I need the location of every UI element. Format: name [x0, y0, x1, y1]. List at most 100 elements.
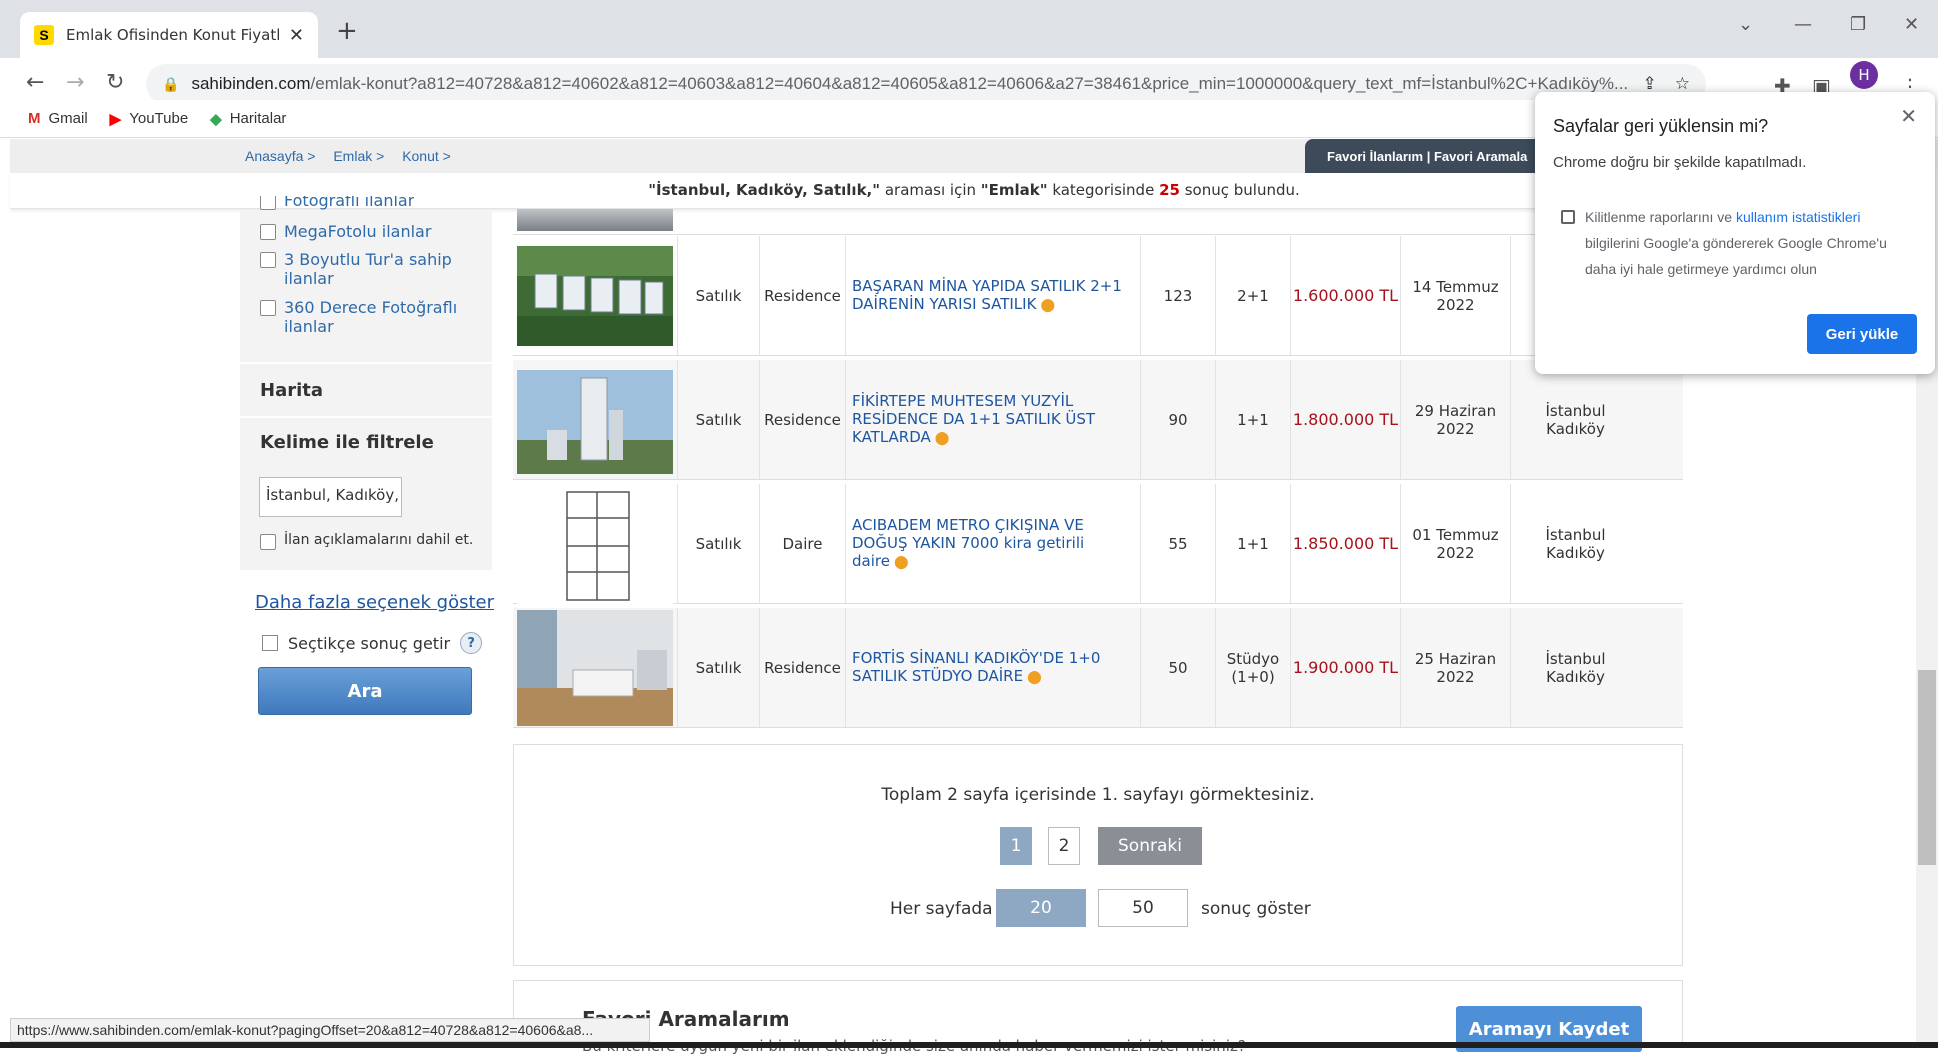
crumb-konut[interactable]: Konut >: [402, 148, 451, 164]
listing-kind: Residence: [759, 608, 845, 727]
restore-button[interactable]: Geri yükle: [1807, 314, 1917, 354]
scrollbar-thumb[interactable]: [1918, 670, 1936, 865]
listing-photo[interactable]: [517, 370, 673, 474]
checkbox[interactable]: [260, 300, 276, 316]
new-tab-icon[interactable]: +: [336, 16, 358, 46]
help-icon[interactable]: ?: [460, 632, 483, 654]
auto-search-toggle[interactable]: Seçtikçe sonuç getir?: [262, 632, 483, 654]
listing-location: İstanbul Kadıköy: [1510, 360, 1640, 479]
crumb-home[interactable]: Anasayfa >: [245, 148, 315, 164]
restore-icon[interactable]: ❐: [1850, 14, 1866, 35]
crumb-emlak[interactable]: Emlak >: [333, 148, 384, 164]
close-window-icon[interactable]: ✕: [1904, 14, 1919, 35]
tab-strip: S Emlak Ofisinden Konut Fiyatları s ✕ + …: [0, 0, 1938, 58]
favorites-tab[interactable]: Favori İlanlarım | Favori Aramala: [1305, 139, 1555, 173]
listing-date: 01 Temmuz 2022: [1400, 484, 1510, 603]
listing-photo[interactable]: [517, 610, 673, 726]
listing-m2: 123: [1140, 236, 1215, 355]
pin-icon: ⬤: [1027, 670, 1042, 686]
listing-photo[interactable]: [517, 488, 673, 604]
listing-price: 1.900.000 TL: [1290, 608, 1400, 727]
checkbox[interactable]: [262, 635, 278, 651]
keyword-heading: Kelime ile filtrele: [240, 416, 492, 460]
filter-3d-tour[interactable]: 3 Boyutlu Tur'a sahip ilanlar: [260, 250, 470, 288]
more-options-link[interactable]: Daha fazla seçenek göster: [255, 592, 494, 613]
checkbox[interactable]: [260, 534, 276, 550]
listing-title[interactable]: ACIBADEM METRO ÇIKIŞINA VE DOĞUŞ YAKIN 7…: [845, 484, 1140, 603]
listing-row[interactable]: Satılık Residence BAŞARAN MİNA YAPIDA SA…: [513, 236, 1683, 356]
pin-icon: ⬤: [1040, 298, 1055, 314]
tab-search-icon[interactable]: ⌄: [1738, 14, 1753, 35]
lock-icon[interactable]: 🔒: [162, 76, 179, 93]
bookmark-gmail[interactable]: M Gmail: [28, 110, 88, 127]
gmail-icon: M: [28, 110, 41, 127]
browser-tab[interactable]: S Emlak Ofisinden Konut Fiyatları s ✕: [20, 12, 318, 58]
link-status-bar: https://www.sahibinden.com/emlak-konut?p…: [10, 1018, 650, 1042]
listing-date: 25 Haziran 2022: [1400, 608, 1510, 727]
keyword-input[interactable]: İstanbul, Kadıköy,: [259, 477, 402, 517]
maps-icon: ◆: [210, 110, 222, 128]
share-icon[interactable]: ⇪: [1643, 74, 1657, 94]
listing-photo[interactable]: [517, 209, 673, 231]
listing-row[interactable]: Satılık Residence FİKİRTEPE MUHTESEM YUZ…: [513, 360, 1683, 480]
checkbox[interactable]: [260, 196, 276, 210]
per-page-20[interactable]: 20: [996, 889, 1086, 927]
listing-kind: Residence: [759, 360, 845, 479]
bookmark-maps[interactable]: ◆ Haritalar: [210, 110, 286, 128]
listing-m2: 55: [1140, 484, 1215, 603]
minimize-icon[interactable]: —: [1794, 14, 1812, 35]
usage-stats-link[interactable]: kullanım istatistikleri: [1736, 209, 1860, 225]
address-bar[interactable]: 🔒 sahibinden.com/emlak-konut?a812=40728&…: [146, 64, 1706, 104]
tower-image: [517, 370, 673, 474]
dialog-close-icon[interactable]: ✕: [1900, 104, 1917, 129]
per-page-suffix: sonuç göster: [1201, 899, 1311, 919]
checkbox[interactable]: [260, 224, 276, 240]
listing-row[interactable]: Satılık Residence FORTİS SİNANLI KADIKÖY…: [513, 608, 1683, 728]
listing-kind: Daire: [759, 484, 845, 603]
listing-date: 14 Temmuz 2022: [1400, 236, 1510, 355]
taskbar-edge: [0, 1042, 1938, 1048]
listing-status: Satılık: [677, 608, 759, 727]
bookmark-youtube[interactable]: ▶ YouTube: [110, 110, 189, 128]
checkbox[interactable]: [260, 252, 276, 268]
per-page-label: Her sayfada: [890, 899, 993, 919]
close-tab-icon[interactable]: ✕: [289, 25, 304, 46]
listing-title[interactable]: FİKİRTEPE MUHTESEM YUZYİL RESİDENCE DA 1…: [845, 360, 1140, 479]
profile-avatar[interactable]: H: [1850, 61, 1878, 89]
page-2-button[interactable]: 2: [1048, 827, 1080, 865]
restore-pages-dialog: Sayfalar geri yüklensin mi? ✕ Chrome doğ…: [1535, 92, 1935, 374]
filter-megafoto[interactable]: MegaFotolu ilanlar: [260, 222, 431, 241]
url-text: sahibinden.com/emlak-konut?a812=40728&a8…: [191, 74, 1629, 93]
listing-rooms: 2+1: [1215, 236, 1290, 355]
interior-image: [517, 610, 673, 726]
filter-360-photo[interactable]: 360 Derece Fotoğraflı ilanlar: [260, 298, 470, 336]
include-description[interactable]: İlan açıklamalarını dahil et.: [260, 532, 473, 550]
listing-date: 29 Haziran 2022: [1400, 360, 1510, 479]
per-page-50[interactable]: 50: [1098, 889, 1188, 927]
listing-rooms: Stüdyo (1+0): [1215, 608, 1290, 727]
page-1-button[interactable]: 1: [1000, 827, 1032, 865]
listing-title[interactable]: FORTİS SİNANLI KADIKÖY'DE 1+0 SATILIK ST…: [845, 608, 1140, 727]
listing-photo[interactable]: [517, 246, 673, 346]
floor-plan-image: [517, 488, 673, 604]
search-button[interactable]: Ara: [258, 667, 472, 715]
listing-m2: 50: [1140, 608, 1215, 727]
breadcrumb: Anasayfa > Emlak > Konut >: [245, 148, 465, 164]
listing-kind: Residence: [759, 236, 845, 355]
map-heading[interactable]: Harita: [240, 362, 492, 416]
bookmark-star-icon[interactable]: ☆: [1675, 74, 1690, 94]
next-page-button[interactable]: Sonraki: [1098, 827, 1202, 865]
crash-report-checkbox[interactable]: [1561, 210, 1575, 224]
pagination-box: Toplam 2 sayfa içerisinde 1. sayfayı gör…: [513, 744, 1683, 966]
listing-row[interactable]: Satılık Daire ACIBADEM METRO ÇIKIŞINA VE…: [513, 484, 1683, 604]
listing-row-partial[interactable]: [513, 209, 1683, 235]
back-icon[interactable]: ←: [26, 70, 44, 95]
forward-icon[interactable]: →: [66, 70, 84, 95]
listing-location: İstanbul Kadıköy: [1510, 608, 1640, 727]
reload-icon[interactable]: ↻: [106, 70, 124, 95]
listing-title[interactable]: BAŞARAN MİNA YAPIDA SATILIK 2+1 DAİRENİN…: [845, 236, 1140, 355]
filter-photo[interactable]: Fotoğraflı ilanlar: [260, 196, 414, 210]
aerial-building-image: [517, 246, 673, 346]
listing-m2: 90: [1140, 360, 1215, 479]
dialog-title: Sayfalar geri yüklensin mi?: [1553, 116, 1769, 136]
